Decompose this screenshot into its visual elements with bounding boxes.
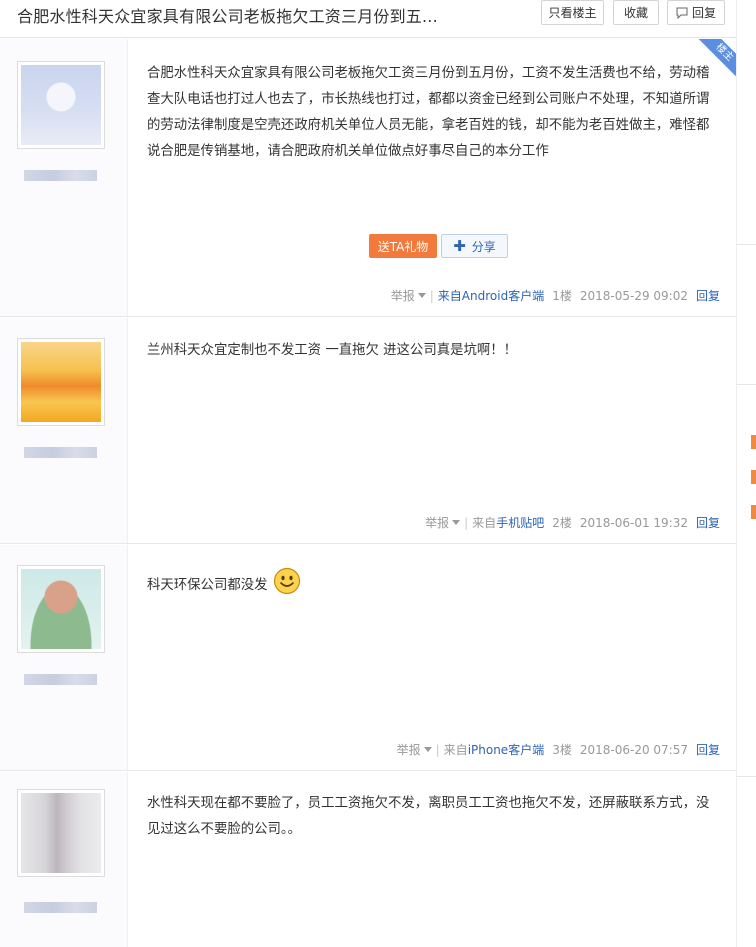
post-content: 水性科天现在都不要脸了，员工工资拖欠不发，离职员工工资也拖欠不发，还屏蔽联系方式… xyxy=(147,796,710,837)
share-label: 分享 xyxy=(471,239,496,254)
reply-link[interactable]: 回复 xyxy=(696,741,720,758)
post-meta: 举报 | 来自 手机贴吧 2楼 2018-06-01 19:32 回复 xyxy=(425,514,720,531)
post-floor-2: 兰州科天众宜定制也不发工资 一直拖欠 进这公司真是坑啊！！ 举报 | 来自 手机贴… xyxy=(0,318,736,544)
avatar-image xyxy=(21,569,101,649)
comment-icon xyxy=(676,7,688,19)
reply-button[interactable]: 回复 xyxy=(667,0,725,25)
source-prefix: 来自 xyxy=(443,743,468,757)
post-date: 2018-06-01 19:32 xyxy=(579,515,688,530)
avatar[interactable] xyxy=(17,789,105,877)
author-sidebar xyxy=(0,772,128,947)
chevron-down-icon xyxy=(452,520,461,525)
floor-number: 1楼 xyxy=(552,289,572,303)
report-link[interactable]: 举报 xyxy=(397,741,421,758)
avatar-image xyxy=(21,793,101,873)
smiley-emoticon-icon xyxy=(273,567,300,595)
post-content: 科天环保公司都没发 xyxy=(147,567,717,599)
avatar-image xyxy=(21,65,101,145)
reply-button-label: 回复 xyxy=(691,6,716,20)
post-meta: 举报 | 来自Android客户端 1楼 2018-05-29 09:02 回复 xyxy=(391,287,720,304)
chevron-down-icon xyxy=(423,747,432,752)
avatar[interactable] xyxy=(17,338,105,426)
author-sidebar xyxy=(0,545,128,770)
client-source-link[interactable]: 手机贴吧 xyxy=(496,514,544,531)
post-floor-1: 楼主 合肥水性科天众宜家具有限公司老板拖欠工资三月份到五月份，工资不发生活费也不… xyxy=(0,39,736,317)
divider: | xyxy=(435,742,440,757)
author-sidebar xyxy=(0,39,128,316)
divider xyxy=(737,776,756,777)
only-author-button[interactable]: 只看楼主 xyxy=(541,0,604,25)
username[interactable] xyxy=(24,447,97,458)
divider: | xyxy=(429,288,434,303)
thread-header: 合肥水性科天众宜家具有限公司老板拖欠工资三月份到五... 只看楼主 收藏 回复 xyxy=(0,0,736,38)
chevron-down-icon xyxy=(417,293,426,298)
source-prefix: 来自 xyxy=(472,516,497,530)
post-content: 合肥水性科天众宜家具有限公司老板拖欠工资三月份到五月份，工资不发生活费也不给，劳… xyxy=(147,66,710,159)
post-date: 2018-05-29 09:02 xyxy=(579,288,688,303)
floor-number: 3楼 xyxy=(552,743,572,757)
report-link[interactable]: 举报 xyxy=(425,514,449,531)
avatar-image xyxy=(21,342,101,422)
reply-link[interactable]: 回复 xyxy=(696,514,720,531)
reply-link[interactable]: 回复 xyxy=(696,287,720,304)
accent-marker xyxy=(751,505,756,519)
post-date: 2018-06-20 07:57 xyxy=(579,742,688,757)
username[interactable] xyxy=(24,902,97,913)
post-floor-4: 水性科天现在都不要脸了，员工工资拖欠不发，离职员工工资也拖欠不发，还屏蔽联系方式… xyxy=(0,772,736,947)
client-source-link[interactable]: iPhone客户端 xyxy=(468,741,545,758)
username[interactable] xyxy=(24,170,97,181)
client-source-link[interactable]: 来自Android客户端 xyxy=(438,287,544,304)
post-content: 兰州科天众宜定制也不发工资 一直拖欠 进这公司真是坑啊！！ xyxy=(147,343,518,358)
post-text: 科天环保公司都没发 xyxy=(147,578,268,593)
report-link[interactable]: 举报 xyxy=(391,287,415,304)
username[interactable] xyxy=(24,674,97,685)
divider xyxy=(737,244,756,245)
send-gift-button[interactable]: 送TA礼物 xyxy=(369,234,437,258)
accent-marker xyxy=(751,470,756,484)
floor-number: 2楼 xyxy=(552,516,572,530)
avatar[interactable] xyxy=(17,61,105,149)
author-sidebar xyxy=(0,318,128,543)
post-floor-3: 科天环保公司都没发 举报 | 来自 iPhone客户端 3楼 2018-06-20… xyxy=(0,545,736,771)
share-button[interactable]: ✚ 分享 xyxy=(441,234,508,258)
right-sidebar-edge xyxy=(736,0,756,947)
favorite-button[interactable]: 收藏 xyxy=(613,0,659,25)
avatar[interactable] xyxy=(17,565,105,653)
post-meta: 举报 | 来自 iPhone客户端 3楼 2018-06-20 07:57 回复 xyxy=(397,741,720,758)
divider: | xyxy=(464,515,469,530)
plus-icon: ✚ xyxy=(453,237,466,255)
accent-marker xyxy=(751,435,756,449)
thread-title: 合肥水性科天众宜家具有限公司老板拖欠工资三月份到五... xyxy=(17,7,438,26)
divider xyxy=(737,384,756,385)
